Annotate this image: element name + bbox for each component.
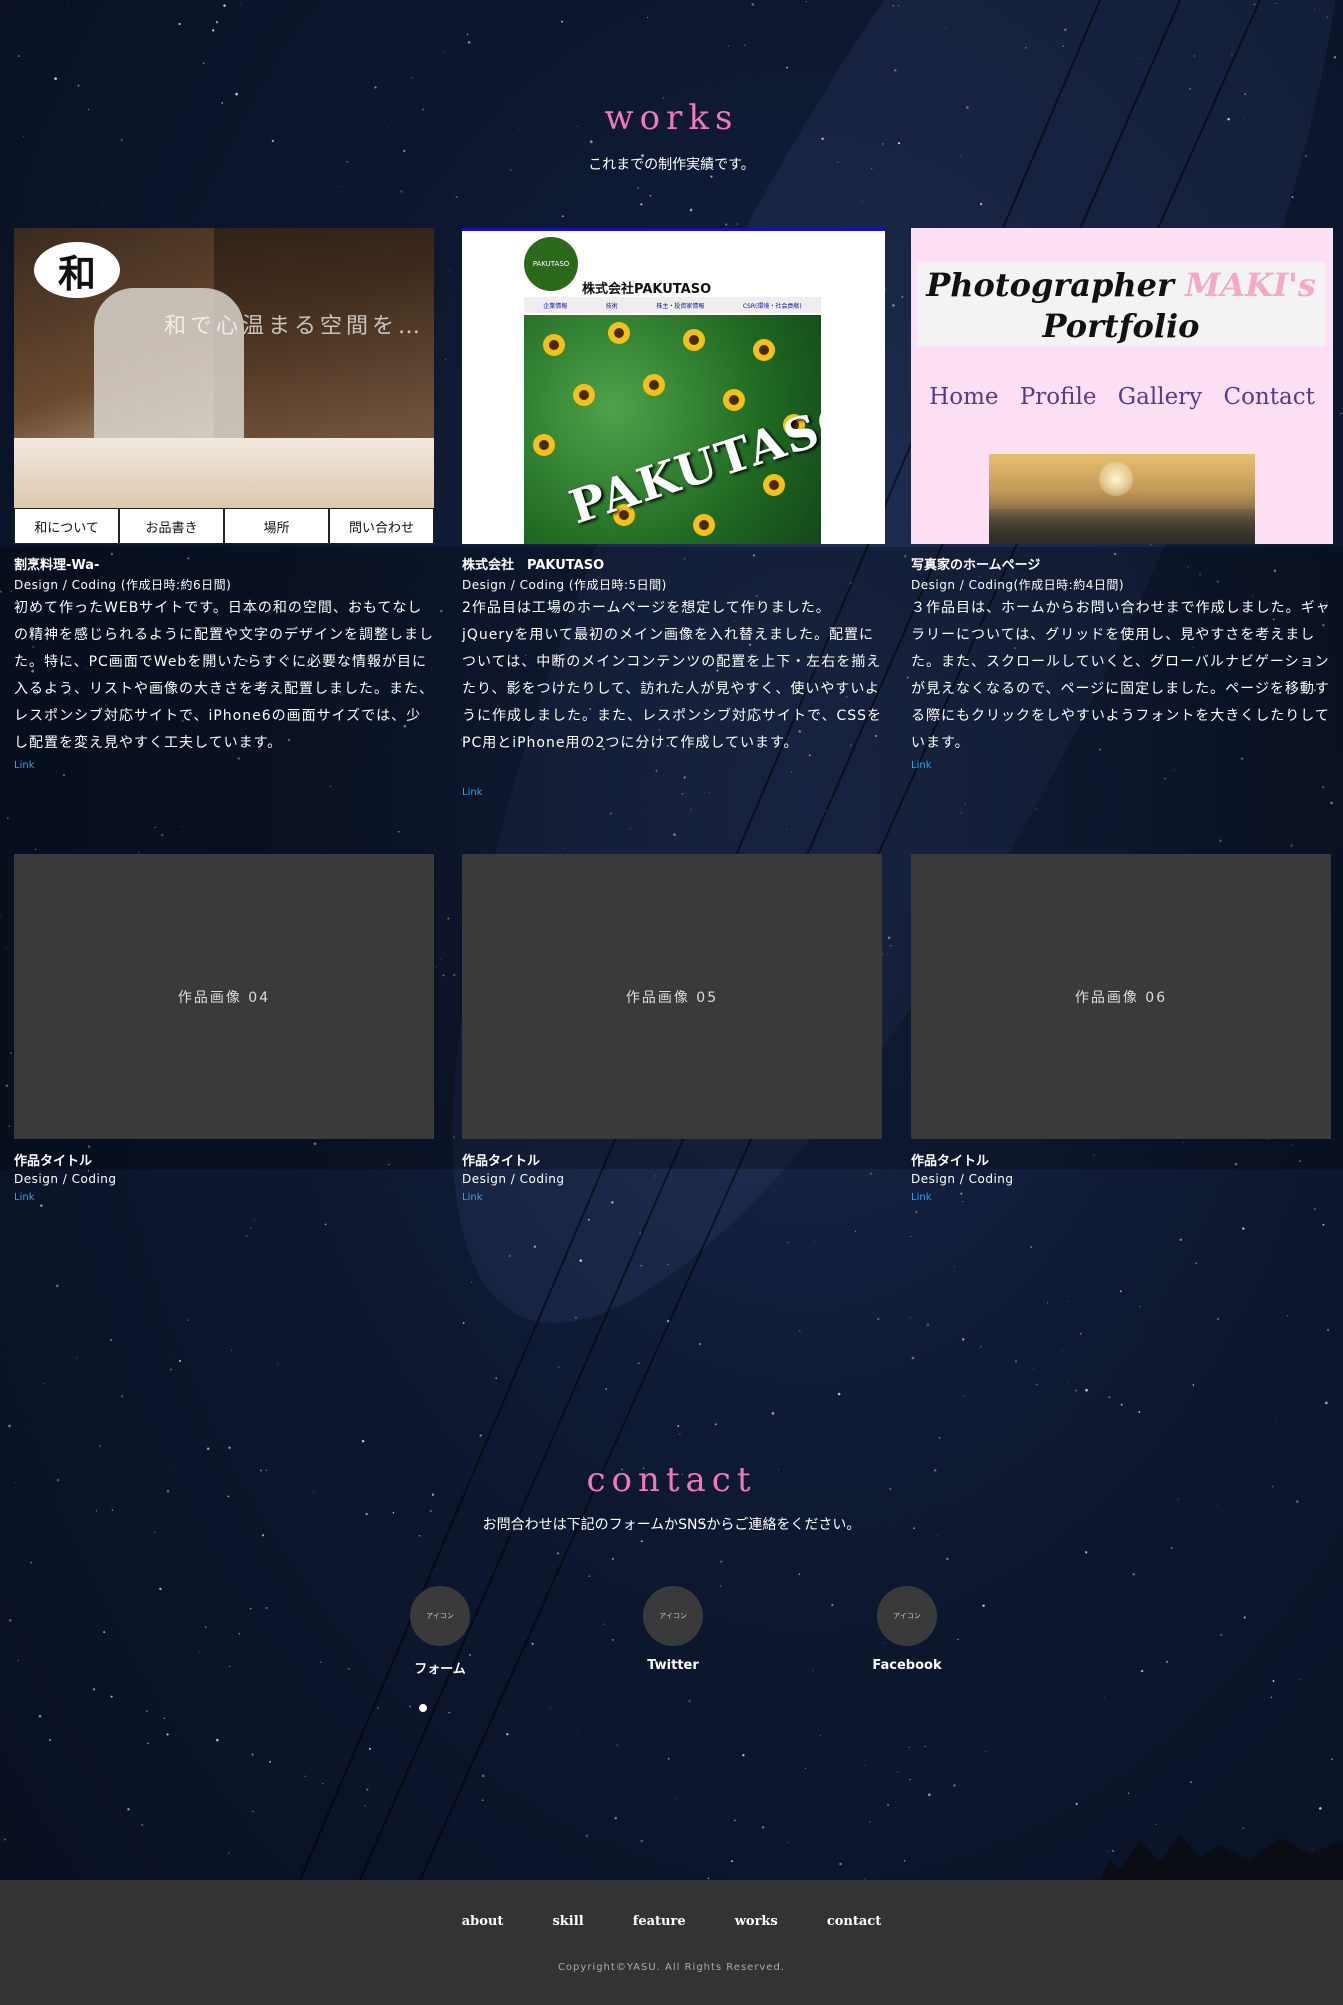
- maki-title-line2: Portfolio: [1042, 307, 1200, 345]
- footer-nav-contact[interactable]: contact: [827, 1914, 881, 1929]
- contact-form-item[interactable]: アイコン フォーム: [380, 1586, 500, 1677]
- maki-nav-item: Contact: [1223, 384, 1315, 410]
- wa-nav-item: 問い合わせ: [329, 508, 434, 544]
- work-link[interactable]: Link: [911, 760, 931, 771]
- pakutaso-hero-image: PAKUTASO: [524, 315, 821, 544]
- wa-nav-item: 場所: [224, 508, 329, 544]
- work-image-placeholder[interactable]: 作品画像 06: [911, 854, 1331, 1139]
- work-meta: Design / Coding: [14, 1172, 117, 1186]
- work-title: 作品タイトル: [462, 1154, 541, 1169]
- work-description: 2作品目は工場のホームページを想定して作りました。jQueryを用いて最初のメイ…: [462, 600, 882, 751]
- work-link[interactable]: Link: [14, 760, 34, 771]
- work-link[interactable]: Link: [14, 1192, 34, 1203]
- works-subtitle: これまでの制作実績です。: [588, 157, 755, 173]
- twitter-icon[interactable]: アイコン: [643, 1586, 703, 1646]
- maki-nav-item: Gallery: [1117, 384, 1203, 410]
- maki-nav-item: Home: [929, 384, 999, 410]
- wa-nav-item: 和について: [14, 508, 119, 544]
- pakutaso-badge: PAKUTASO: [524, 237, 578, 291]
- work-description: ３作品目は、ホームからお問い合わせまで作成しました。ギャラリーについては、グリッ…: [911, 600, 1331, 751]
- contact-heading: contact: [586, 1460, 757, 1500]
- wa-logo-badge: 和: [34, 242, 120, 298]
- contact-twitter-item[interactable]: アイコン Twitter: [613, 1586, 733, 1673]
- contact-label[interactable]: Twitter: [613, 1658, 733, 1673]
- work-link[interactable]: Link: [462, 1192, 482, 1203]
- work-title: 株式会社 PAKUTASO: [462, 558, 605, 573]
- contact-label[interactable]: フォーム: [380, 1658, 500, 1677]
- maki-title-part2: MAKI's: [1184, 266, 1316, 304]
- footer-nav-about[interactable]: about: [462, 1914, 504, 1929]
- maki-nav: Home Profile Gallery Contact: [911, 384, 1333, 410]
- work-meta: Design / Coding (作成日時:5日間): [462, 578, 667, 592]
- pakutaso-nav-item: 技術: [605, 302, 618, 310]
- work-meta: Design / Coding (作成日時:約6日間): [14, 578, 232, 592]
- site-footer: about skill feature works contact Copyri…: [0, 1880, 1343, 2005]
- work-link[interactable]: Link: [911, 1192, 931, 1203]
- footer-nav-works[interactable]: works: [735, 1914, 778, 1929]
- work-title: 作品タイトル: [14, 1154, 93, 1169]
- contact-subtitle: お問合わせは下記のフォームかSNSからご連絡をください。: [482, 1517, 861, 1533]
- work-meta: Design / Coding: [911, 1172, 1014, 1186]
- wa-nav-item: お品書き: [119, 508, 224, 544]
- maki-title-part1: Photographer: [926, 266, 1174, 304]
- contact-label[interactable]: Facebook: [847, 1658, 967, 1673]
- pakutaso-nav-item: 株主・投資家情報: [656, 302, 705, 310]
- work-link[interactable]: Link: [462, 787, 482, 798]
- footer-nav-skill[interactable]: skill: [552, 1914, 583, 1929]
- footer-nav-feature[interactable]: feature: [633, 1914, 686, 1929]
- work-image-placeholder[interactable]: 作品画像 05: [462, 854, 882, 1139]
- pakutaso-nav-item: CSR(環境・社会貢献): [742, 302, 802, 310]
- work-thumbnail-2[interactable]: PAKUTASO 株式会社PAKUTASO 企業情報 技術 株主・投資家情報 C…: [462, 228, 885, 544]
- work-meta: Design / Coding: [462, 1172, 565, 1186]
- work-title: 写真家のホームページ: [911, 558, 1041, 573]
- maki-hero-photo: [989, 454, 1255, 544]
- copyright: Copyright©YASU. All Rights Reserved.: [557, 1962, 786, 1973]
- wa-nav: 和について お品書き 場所 問い合わせ: [14, 508, 434, 544]
- work-description: 初めて作ったWEBサイトです。日本の和の空間、おもてなしの精神を感じられるように…: [14, 600, 434, 751]
- work-title: 割烹料理-Wa-: [14, 558, 100, 573]
- work-title: 作品タイトル: [911, 1154, 990, 1169]
- pakutaso-nav: 企業情報 技術 株主・投資家情報 CSR(環境・社会貢献): [524, 297, 821, 313]
- form-icon[interactable]: アイコン: [410, 1586, 470, 1646]
- maki-title-box: Photographer MAKI's Portfolio: [917, 262, 1325, 346]
- work-meta: Design / Coding(作成日時:約4日間): [911, 578, 1125, 592]
- pakutaso-nav-item: 企業情報: [543, 302, 568, 310]
- work-thumbnail-3[interactable]: Photographer MAKI's Portfolio Home Profi…: [911, 228, 1333, 544]
- work-thumbnail-1[interactable]: 和 和で心温まる空間を… 和について お品書き 場所 問い合わせ: [14, 228, 434, 544]
- footer-nav: about skill feature works contact: [0, 1910, 1343, 1929]
- facebook-icon[interactable]: アイコン: [877, 1586, 937, 1646]
- works-heading: works: [604, 98, 739, 138]
- pakutaso-company-name: 株式会社PAKUTASO: [582, 282, 712, 297]
- work-image-placeholder[interactable]: 作品画像 04: [14, 854, 434, 1139]
- maki-nav-item: Profile: [1019, 384, 1097, 410]
- wa-catchcopy: 和で心温まる空間を…: [164, 314, 425, 339]
- contact-facebook-item[interactable]: アイコン Facebook: [847, 1586, 967, 1673]
